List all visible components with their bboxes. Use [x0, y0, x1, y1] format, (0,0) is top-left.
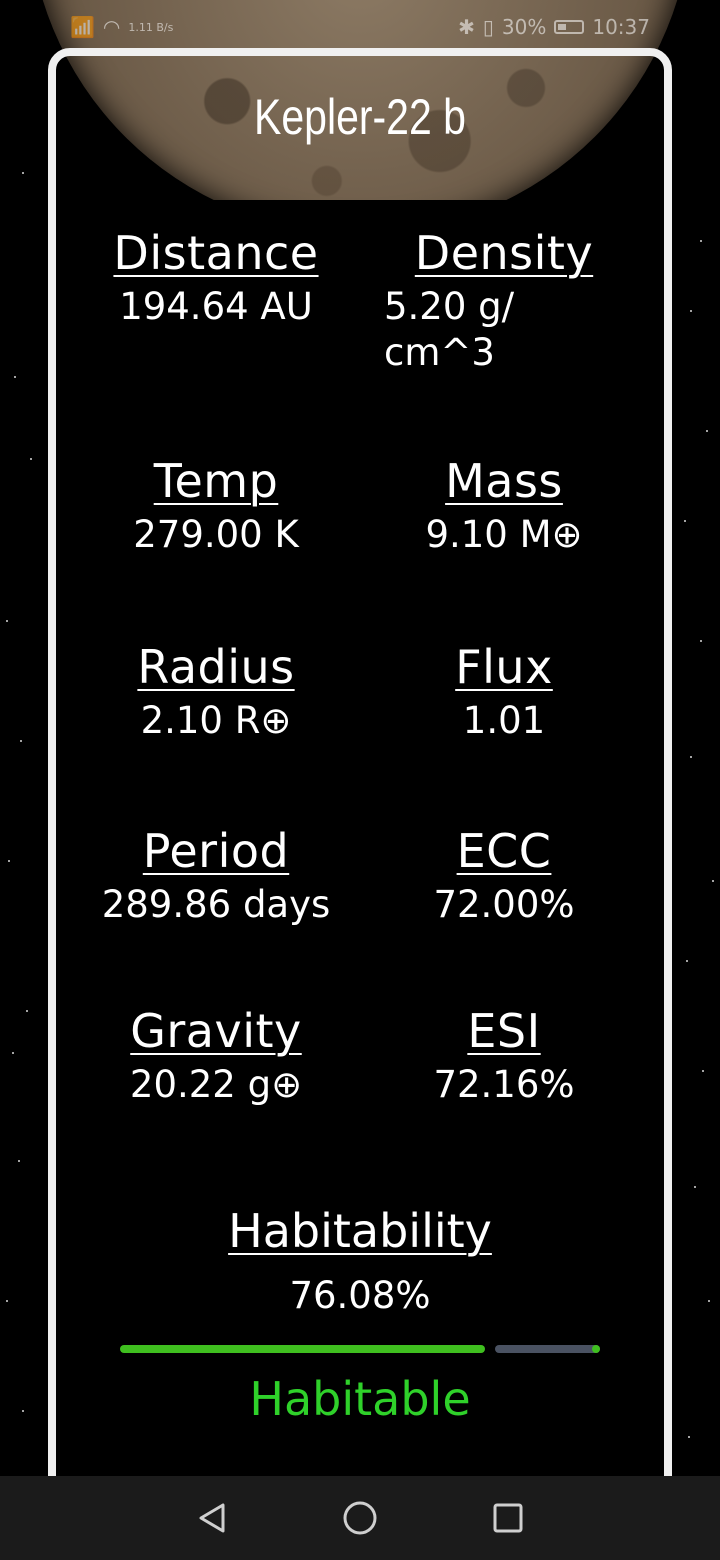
habitability-progress-bar	[120, 1345, 600, 1353]
stat-density: Density 5.20 g/ cm^3	[364, 226, 644, 376]
progress-end-dot	[592, 1345, 600, 1353]
recents-button[interactable]	[490, 1500, 526, 1536]
planet-title: Kepler-22 b	[254, 89, 466, 145]
stat-esi: ESI 72.16%	[364, 1004, 644, 1108]
back-button[interactable]	[194, 1500, 230, 1536]
stat-gravity: Gravity 20.22 g⊕	[76, 1004, 356, 1108]
habitability-label: Habitability	[228, 1204, 492, 1258]
circle-home-icon	[343, 1501, 377, 1535]
stat-label: Radius	[137, 640, 295, 694]
home-button[interactable]	[342, 1500, 378, 1536]
progress-track	[495, 1345, 600, 1353]
progress-fill	[120, 1345, 485, 1353]
stat-label: Temp	[153, 454, 279, 508]
stat-value: 194.64 AU	[119, 285, 313, 328]
stat-label: Period	[142, 824, 290, 878]
navigation-bar	[0, 1476, 720, 1560]
stat-label: Mass	[445, 454, 563, 508]
stat-label: ECC	[456, 824, 552, 878]
stat-value: 72.00%	[433, 883, 575, 926]
stat-distance: Distance 194.64 AU	[76, 226, 356, 330]
stat-flux: Flux 1.01	[364, 640, 644, 744]
stat-label: Density	[414, 226, 594, 280]
habitability-value: 76.08%	[289, 1274, 431, 1317]
stat-temp: Temp 279.00 K	[76, 454, 356, 558]
stat-label: Gravity	[130, 1004, 302, 1058]
stat-value: 9.10 M⊕	[425, 513, 583, 556]
stat-label: Distance	[113, 226, 319, 280]
habitability-verdict: Habitable	[249, 1372, 471, 1426]
square-recents-icon	[493, 1503, 523, 1533]
stat-value: 2.10 R⊕	[140, 699, 292, 742]
stat-label: Flux	[455, 640, 553, 694]
stat-value: 5.20 g/ cm^3	[384, 285, 515, 374]
stat-value: 72.16%	[433, 1063, 575, 1106]
stat-value: 1.01	[462, 699, 546, 742]
stat-mass: Mass 9.10 M⊕	[364, 454, 644, 558]
card-content: Kepler-22 b Distance 194.64 AU Density 5…	[0, 0, 720, 1560]
stat-label: ESI	[467, 1004, 541, 1058]
stat-value: 279.00 K	[133, 513, 299, 556]
stat-value: 289.86 days	[101, 883, 331, 926]
triangle-back-icon	[199, 1503, 225, 1533]
stat-value: 20.22 g⊕	[129, 1063, 303, 1106]
stat-radius: Radius 2.10 R⊕	[76, 640, 356, 744]
stat-period: Period 289.86 days	[76, 824, 356, 928]
stat-ecc: ECC 72.00%	[364, 824, 644, 928]
